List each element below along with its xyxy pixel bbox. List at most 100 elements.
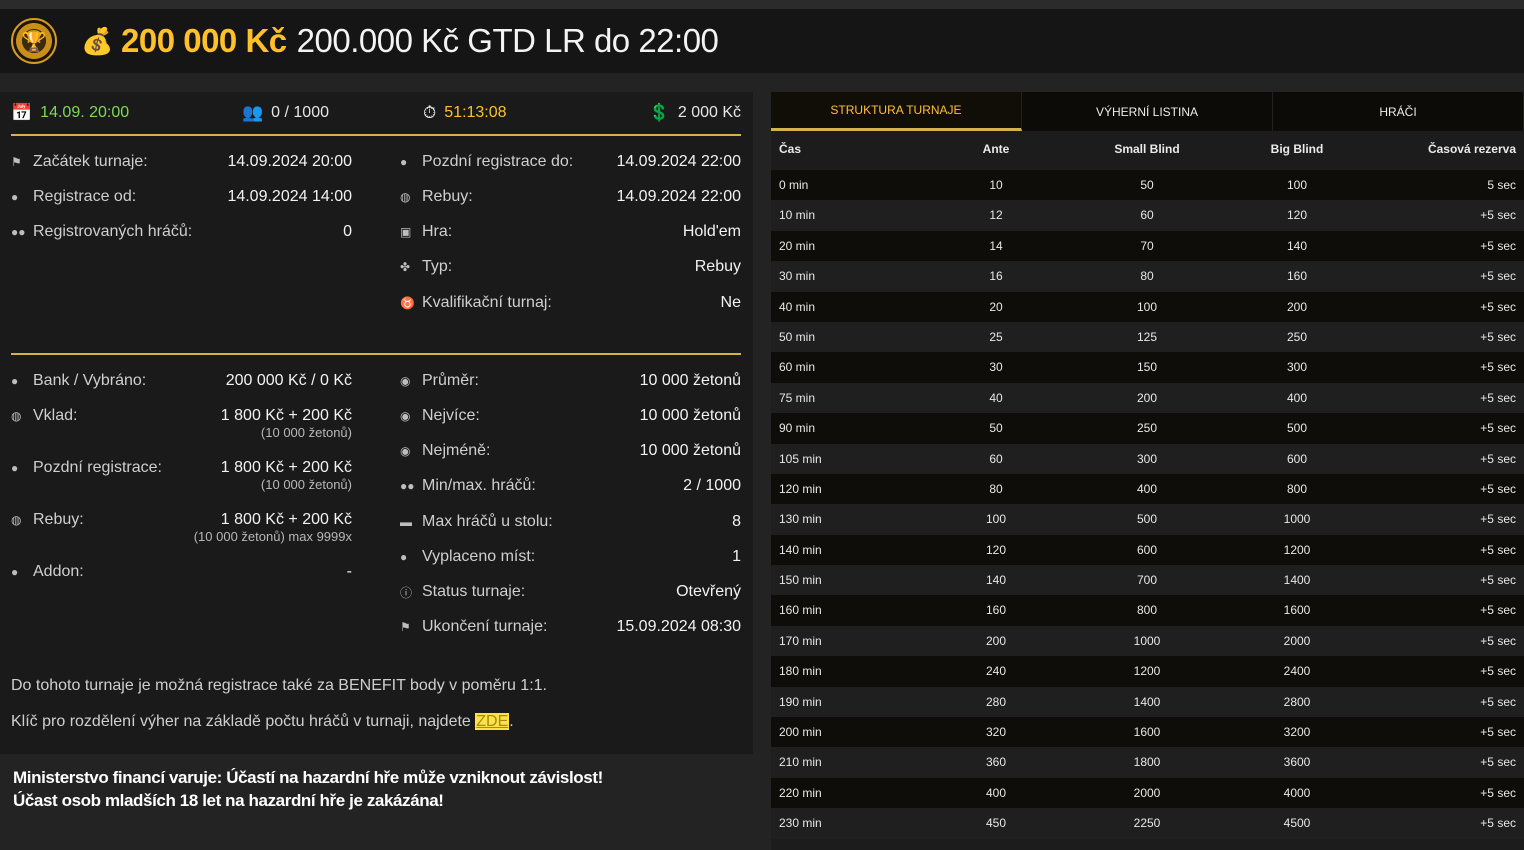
money-row: ⚑ Ukončení turnaje: 15.09.2024 08:30 [400,618,741,635]
table-row: 90 min 50 250 500 +5 sec [771,413,1524,444]
cell-time: 120 min [779,481,822,496]
money-row: ◉ Průměr: 10 000 žetonů [400,372,741,389]
stat-buyin-value: 2 000 Kč [677,104,741,121]
cell-small-blind: 250 [1136,421,1158,436]
cell-ante: 50 [989,421,1003,436]
cell-ante: 450 [985,816,1007,831]
money-row: ● Addon: - [11,563,352,580]
money-value: 10 000 žetonů [639,372,741,389]
medal-icon: ♉ [400,296,415,310]
money-sub: (10 000 žetonů) [260,477,352,492]
info-value: 14.09.2024 22:00 [616,188,741,205]
cell-time-bank: +5 sec [1480,755,1516,770]
cell-time-bank: +5 sec [1480,360,1516,375]
cell-big-blind: 4000 [1283,785,1311,800]
structure-panel: STRUKTURA TURNAJE VÝHERNÍ LISTINA HRÁČI … [771,92,1524,850]
cell-small-blind: 1600 [1133,725,1161,740]
table-row: 150 min 140 700 1400 +5 sec [771,565,1524,596]
tab-prize-list[interactable]: VÝHERNÍ LISTINA [1022,92,1273,131]
money-row: ◍ Rebuy: 1 800 Kč + 200 Kč (10 000 žetonů… [11,511,352,544]
cell-time-bank: +5 sec [1480,299,1516,314]
cell-ante: 100 [985,512,1007,527]
cell-ante: 16 [989,269,1003,284]
header-amount: 200 000 Kč [121,22,287,59]
cell-time: 170 min [779,633,822,648]
table-row: 200 min 320 1600 3200 +5 sec [771,717,1524,748]
cell-small-blind: 100 [1136,299,1158,314]
cell-ante: 120 [985,542,1007,557]
structure-table-body: 0 min 10 50 100 5 sec 10 min 12 60 120 +5 sec 20 m… [771,170,1524,839]
cell-time-bank: +5 sec [1480,725,1516,740]
cell-big-blind: 200 [1286,299,1308,314]
stat-timer-value: 51:13:08 [444,104,507,121]
users-icon: 👥 [242,103,264,122]
cell-big-blind: 300 [1286,360,1308,375]
info-row: ●● Registrovaných hráčů: 0 [11,223,352,240]
money-row: ● Vyplaceno míst: 1 [400,548,741,565]
cell-small-blind: 1200 [1133,664,1161,679]
chip-icon: ◉ [400,444,411,458]
header-time: Čas [779,142,802,156]
cell-big-blind: 1000 [1283,512,1311,527]
cell-small-blind: 2250 [1133,816,1161,831]
money-row: ⓘ Status turnaje: Otevřený [400,583,741,600]
table-row: 130 min 100 500 1000 +5 sec [771,504,1524,535]
cell-big-blind: 250 [1286,329,1308,344]
cell-ante: 140 [985,573,1007,588]
stat-date-value: 14.09. 20:00 [40,104,130,121]
info-value: 0 [343,223,352,240]
cell-small-blind: 125 [1136,329,1158,344]
flag-icon: ⚑ [11,155,22,169]
payout-icon: ● [400,550,408,564]
cell-time: 50 min [779,329,816,344]
money-icon: ◍ [11,409,22,423]
info-row: ✤ Typ: Rebuy [400,258,741,275]
money-row: ▬ Max hráčů u stolu: 8 [400,513,741,530]
cell-small-blind: 1800 [1133,755,1161,770]
money-icon: ◍ [11,513,22,527]
money-value: Otevřený [676,583,741,600]
table-row: 10 min 12 60 120 +5 sec [771,200,1524,231]
cell-small-blind: 80 [1140,269,1154,284]
cell-small-blind: 150 [1136,360,1158,375]
cell-time-bank: +5 sec [1480,512,1516,527]
chip-icon: ◉ [400,374,411,388]
payout-key-link[interactable]: ZDE [475,713,510,730]
cell-time-bank: +5 sec [1480,785,1516,800]
cell-big-blind: 3200 [1283,725,1311,740]
cell-ante: 320 [985,725,1007,740]
calendar-icon: 📅 [11,103,33,122]
trophy-logo-icon: 🏆 [11,18,57,64]
cell-big-blind: 2000 [1283,633,1311,648]
cell-small-blind: 1400 [1133,694,1161,709]
type-icon: ✤ [400,260,411,274]
money-value: 8 [732,513,741,530]
table-row: 75 min 40 200 400 +5 sec [771,382,1524,414]
money-value: 2 / 1000 [683,477,741,494]
cell-small-blind: 500 [1136,512,1158,527]
cell-ante: 14 [989,238,1003,253]
money-bag-icon: 💰 [81,26,114,56]
tab-structure[interactable]: STRUKTURA TURNAJE [771,92,1022,131]
cell-time: 140 min [779,542,822,557]
cell-time-bank: 5 sec [1487,178,1516,192]
tab-players[interactable]: HRÁČI [1273,92,1524,131]
stopwatch-icon: ⏱ [423,103,437,122]
cell-time-bank: +5 sec [1480,269,1516,284]
cell-time-bank: +5 sec [1480,421,1516,436]
money-row: ◉ Nejvíce: 10 000 žetonů [400,407,741,424]
cell-big-blind: 400 [1286,390,1308,405]
info-row: ♉ Kvalifikační turnaj: Ne [400,294,741,311]
cell-time: 10 min [779,208,816,223]
table-row: 20 min 14 70 140 +5 sec [771,230,1524,262]
cell-time: 90 min [779,421,816,436]
cell-small-blind: 800 [1136,603,1158,618]
header-ante: Ante [982,142,1010,156]
cell-time-bank: +5 sec [1480,633,1516,648]
table-header: Čas Ante Small Blind Big Blind Časová re… [771,142,1524,170]
cell-small-blind: 70 [1140,238,1154,253]
money-value: 1 [732,548,741,565]
table-row: 105 min 60 300 600 +5 sec [771,443,1524,474]
top-strip [0,0,1524,9]
cell-big-blind: 1400 [1283,573,1311,588]
